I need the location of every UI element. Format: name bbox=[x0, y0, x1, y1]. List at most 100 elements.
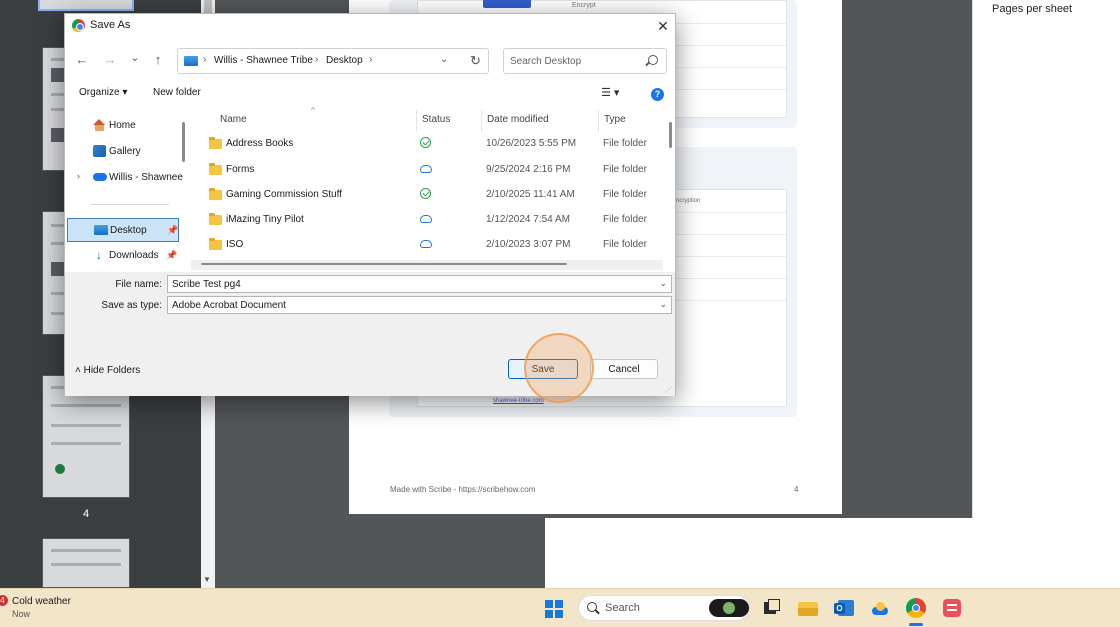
hide-folders-button[interactable]: ˄ Hide Folders bbox=[75, 365, 140, 376]
notification-badge: 4 bbox=[0, 595, 8, 606]
nav-item-label: Gallery bbox=[109, 146, 141, 157]
breadcrumb-willis-shawnee-tribe[interactable]: Willis - Shawnee Tribe bbox=[214, 55, 313, 66]
file-date: 1/12/2024 7:54 AM bbox=[486, 214, 570, 225]
save-as-type-value[interactable] bbox=[172, 299, 642, 312]
view-options-icon[interactable]: ☰ ▾ bbox=[601, 86, 619, 99]
dialog-toolbar: Organize ▾ New folder ☰ ▾ ? bbox=[65, 84, 675, 106]
search-input[interactable] bbox=[510, 54, 640, 68]
outlook-icon[interactable]: O bbox=[834, 598, 854, 618]
recent-locations-chevron-icon[interactable]: ⌄ bbox=[126, 49, 144, 67]
navigation-pane: Home Gallery › Willis - Shawnee Desktop … bbox=[65, 108, 187, 266]
expand-chevron-icon[interactable]: › bbox=[77, 171, 80, 181]
download-icon: ↓ bbox=[96, 248, 102, 262]
save-as-dialog: Save As ✕ ← → ⌄ ↑ › Willis - Shawnee Tri… bbox=[64, 13, 676, 396]
file-row[interactable]: Forms 9/25/2024 2:16 PM File folder bbox=[191, 158, 661, 183]
cancel-button[interactable]: Cancel bbox=[590, 359, 658, 379]
sync-status-icon bbox=[420, 163, 432, 173]
up-arrow-icon[interactable]: ↑ bbox=[149, 51, 167, 69]
nav-item-onedrive[interactable]: › Willis - Shawnee bbox=[67, 166, 183, 190]
encrypt-label: Encrypt bbox=[572, 2, 596, 9]
dialog-titlebar[interactable]: Save As ✕ bbox=[65, 14, 675, 38]
column-header-date-modified[interactable]: Date modified bbox=[487, 114, 549, 125]
scribe-app-icon[interactable] bbox=[942, 598, 962, 618]
file-name-label: File name: bbox=[115, 279, 162, 290]
chrome-icon bbox=[72, 19, 85, 32]
file-name-dropdown-chevron-icon[interactable]: ⌄ bbox=[659, 278, 667, 289]
nav-item-label: Desktop bbox=[110, 225, 147, 236]
file-explorer-icon[interactable] bbox=[798, 598, 818, 618]
nav-item-downloads[interactable]: ↓ Downloads 📌 bbox=[67, 244, 179, 268]
organize-button[interactable]: Organize ▾ bbox=[79, 87, 127, 98]
file-row[interactable]: iMazing Tiny Pilot 1/12/2024 7:54 AM Fil… bbox=[191, 208, 661, 233]
scroll-down-icon[interactable]: ▼ bbox=[203, 575, 211, 584]
breadcrumb-separator: › bbox=[369, 54, 373, 65]
thumbnail-page-selected[interactable] bbox=[38, 0, 134, 11]
nav-pane-scrollbar[interactable] bbox=[182, 122, 185, 162]
file-row[interactable]: Address Books 10/26/2023 5:55 PM File fo… bbox=[191, 132, 661, 157]
send-button-preview bbox=[483, 0, 531, 8]
cloud-only-icon bbox=[420, 240, 432, 248]
file-name: iMazing Tiny Pilot bbox=[226, 214, 304, 225]
save-as-type-select[interactable]: ⌄ bbox=[167, 296, 672, 314]
sync-status-icon bbox=[420, 188, 431, 199]
chrome-taskbar-icon[interactable] bbox=[906, 598, 926, 618]
save-as-type-chevron-icon[interactable]: ⌄ bbox=[659, 299, 667, 310]
folder-icon bbox=[209, 238, 222, 250]
nav-item-gallery[interactable]: Gallery bbox=[67, 140, 179, 164]
back-arrow-icon[interactable]: ← bbox=[73, 51, 91, 69]
file-name: Gaming Commission Stuff bbox=[226, 189, 342, 200]
nav-item-home[interactable]: Home bbox=[67, 114, 179, 138]
thumbnail-page-number: 4 bbox=[82, 508, 90, 520]
address-bar[interactable]: › Willis - Shawnee Tribe › Desktop › ⌄ ↻ bbox=[177, 48, 489, 74]
desktop-icon bbox=[184, 56, 198, 66]
forward-arrow-icon[interactable]: → bbox=[101, 51, 119, 69]
file-row[interactable]: ISO 2/10/2023 3:07 PM File folder bbox=[191, 233, 661, 258]
search-box[interactable] bbox=[503, 48, 667, 74]
file-date: 9/25/2024 2:16 PM bbox=[486, 164, 571, 175]
column-header-status[interactable]: Status bbox=[422, 114, 450, 125]
file-name: Forms bbox=[226, 164, 255, 175]
file-name-field[interactable]: ⌄ bbox=[167, 275, 672, 293]
search-highlight-icon bbox=[709, 599, 749, 617]
save-button[interactable]: Save bbox=[508, 359, 578, 379]
task-view-icon[interactable] bbox=[762, 598, 782, 618]
sync-status-icon bbox=[420, 213, 432, 223]
pin-icon[interactable]: 📌 bbox=[166, 250, 177, 261]
weather-widget-title[interactable]: Cold weather bbox=[12, 596, 71, 607]
resize-grip-icon[interactable]: ⋰ bbox=[665, 386, 672, 394]
file-type: File folder bbox=[603, 164, 647, 175]
file-list-vertical-scrollbar[interactable] bbox=[669, 122, 672, 148]
synced-check-icon bbox=[420, 188, 431, 199]
search-icon[interactable] bbox=[648, 55, 658, 65]
nav-divider bbox=[91, 204, 169, 205]
file-row[interactable]: Gaming Commission Stuff 2/10/2025 11:41 … bbox=[191, 183, 661, 208]
thumbnail-page[interactable] bbox=[42, 538, 130, 588]
taskbar-search[interactable]: Search bbox=[578, 595, 750, 621]
onedrive-icon[interactable] bbox=[870, 598, 890, 618]
pin-icon[interactable]: 📌 bbox=[167, 225, 178, 236]
file-name-input[interactable] bbox=[172, 278, 642, 291]
breadcrumb-desktop[interactable]: Desktop bbox=[326, 55, 363, 66]
help-icon[interactable]: ? bbox=[651, 88, 664, 101]
dialog-title: Save As bbox=[90, 19, 131, 31]
column-header-type[interactable]: Type bbox=[604, 114, 626, 125]
navigation-bar: ← → ⌄ ↑ › Willis - Shawnee Tribe › Deskt… bbox=[65, 42, 675, 78]
synced-check-icon bbox=[420, 137, 431, 148]
weather-widget-time: Now bbox=[12, 609, 31, 619]
file-name: Address Books bbox=[226, 138, 294, 149]
file-list-horizontal-scrollbar[interactable] bbox=[191, 260, 663, 270]
sort-ascending-icon: ^ bbox=[311, 106, 315, 115]
refresh-icon[interactable]: ↻ bbox=[470, 53, 481, 69]
file-date: 2/10/2023 3:07 PM bbox=[486, 239, 571, 250]
new-folder-button[interactable]: New folder bbox=[153, 87, 201, 98]
address-history-chevron-icon[interactable]: ⌄ bbox=[440, 54, 448, 65]
windows-start-icon[interactable] bbox=[545, 600, 563, 618]
nav-item-desktop[interactable]: Desktop 📌 bbox=[67, 218, 179, 242]
column-header-name[interactable]: Name bbox=[220, 114, 247, 125]
file-type: File folder bbox=[603, 189, 647, 200]
search-icon bbox=[587, 602, 597, 612]
close-button[interactable]: ✕ bbox=[653, 17, 673, 35]
file-type: File folder bbox=[603, 214, 647, 225]
folder-icon bbox=[209, 163, 222, 175]
horizontal-scroll-thumb[interactable] bbox=[201, 263, 567, 265]
